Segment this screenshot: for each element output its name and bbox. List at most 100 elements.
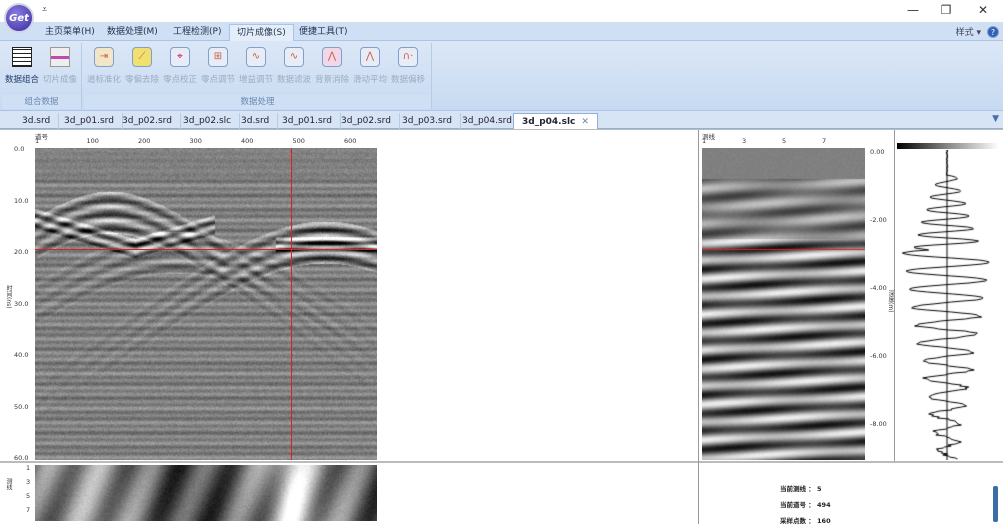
group-label: 数据处理 — [84, 95, 431, 109]
minimize-button[interactable]: — — [903, 3, 923, 19]
doc-tab[interactable]: 3d.srd — [233, 113, 279, 129]
scrollbar[interactable] — [993, 486, 998, 522]
tab-home[interactable]: 主页菜单(H) — [38, 24, 102, 41]
slice-imaging-button[interactable]: 切片成像 — [40, 47, 80, 85]
title-bar: Get ⩡ — ❐ ✕ — [0, 0, 1003, 33]
slice-cube-icon — [50, 47, 70, 67]
trace-normalize-icon: ⇥ — [94, 47, 114, 67]
doc-tab[interactable]: 3d_p04.srd — [454, 113, 521, 129]
section-y-tick-label: 0.00 — [870, 148, 885, 156]
trace-normalize-button[interactable]: ⇥ 道标准化 — [84, 47, 124, 85]
doc-tab[interactable]: 3d_p03.srd — [394, 113, 461, 129]
doc-tab[interactable]: 3d_p01.srd — [56, 113, 123, 129]
tab-label: 3d_p04.slc — [522, 117, 576, 127]
button-label: 数据滤波 — [276, 75, 311, 85]
section-y-tick-label: -4.00 — [870, 284, 887, 292]
slice-imaging-label: 切片成像 — [42, 75, 77, 85]
cursor-horizontal-line[interactable] — [35, 249, 377, 251]
group-label: 组合数据 — [2, 95, 81, 109]
migration-button[interactable]: ∩· 数据偏移 — [388, 47, 428, 85]
info-label: 当前测线 — [780, 485, 806, 493]
doc-tab[interactable]: 3d_p02.srd — [114, 113, 181, 129]
section-x-tick-label: 3 — [742, 137, 747, 145]
info-value: 494 — [817, 501, 831, 509]
splitter-vertical — [698, 130, 699, 524]
splitter-horizontal — [0, 461, 1003, 463]
cursor-vertical-line[interactable] — [290, 148, 292, 460]
grid-icon — [12, 47, 32, 67]
y-tick-label: 20.0 — [14, 248, 29, 256]
zero-offset-button[interactable]: ⟋ 零偏去除 — [122, 47, 162, 85]
button-label: 滑动平均 — [352, 75, 387, 85]
x-tick-label: 300 — [189, 137, 202, 145]
y-tick-label: 10.0 — [14, 196, 29, 205]
gain-button[interactable]: ∿ 增益调节 — [236, 47, 276, 85]
tab-engineering[interactable]: 工程检测(P) — [166, 24, 228, 41]
migration-icon: ∩· — [398, 47, 418, 67]
x-tick-label: 1 — [35, 137, 40, 145]
button-label: 零点校正 — [162, 75, 197, 85]
button-label: 增益调节 — [238, 75, 273, 85]
info-label: 当前道号 — [780, 501, 806, 509]
y-tick-label: 60.0 — [14, 454, 29, 462]
info-value: 5 — [817, 485, 822, 493]
section-image[interactable] — [702, 148, 865, 460]
colorbar — [897, 143, 999, 149]
radargram-main[interactable] — [35, 148, 377, 460]
app-logo[interactable]: Get — [4, 3, 34, 33]
style-dropdown[interactable]: 样式 ▾ — [956, 25, 981, 38]
zero-correct-button[interactable]: ⌖ 零点校正 — [160, 47, 200, 85]
close-tab-icon[interactable]: ✕ — [581, 117, 589, 127]
doc-tab[interactable]: 3d.srd — [14, 113, 60, 129]
slice-tick-label: 5 — [26, 492, 31, 500]
group-data-processing: ⇥ 道标准化 ⟋ 零偏去除 ⌖ 零点校正 ⊞ 零点调节 ∿ 增益调节 ∿ 数据滤波 ⋀ 背景消… — [84, 43, 432, 109]
button-label: 数据偏移 — [390, 75, 425, 85]
doc-tab-active[interactable]: 3d_p04.slc ✕ — [513, 113, 598, 129]
close-button[interactable]: ✕ — [973, 3, 993, 19]
button-label: 道标准化 — [86, 75, 121, 85]
data-combine-label: 数据组合 — [4, 75, 39, 85]
slice-tick-label: 1 — [26, 464, 31, 472]
x-tick-label: 200 — [138, 137, 151, 145]
doc-tab[interactable]: 3d_p02.slc — [175, 113, 241, 129]
slice-y-axis-title: 测线 — [5, 478, 12, 490]
trace-waveform — [897, 150, 997, 460]
button-label: 零偏去除 — [124, 75, 159, 85]
slice-image[interactable] — [35, 465, 377, 521]
moving-average-button[interactable]: ⋀ 滑动平均 — [350, 47, 390, 85]
background-remove-button[interactable]: ⋀ 背景消除 — [312, 47, 352, 85]
x-tick-label: 100 — [86, 137, 99, 145]
ribbon-panel: 数据组合 切片成像 组合数据 ⇥ 道标准化 ⟋ 零偏去除 ⌖ 零点校正 ⊞ 零点调节 ∿… — [0, 41, 1003, 111]
tab-slice-imaging[interactable]: 切片成像(S) — [229, 24, 294, 41]
y-tick-label: 40.0 — [14, 351, 29, 359]
zero-offset-icon: ⟋ — [132, 47, 152, 67]
quick-access-dropdown-icon[interactable]: ⩡ — [42, 5, 47, 15]
info-current-line: 当前测线 ： 5 — [780, 485, 822, 493]
help-icon[interactable]: ? — [987, 26, 999, 38]
x-tick-label: 400 — [241, 137, 254, 145]
slice-tick-label: 7 — [26, 506, 31, 514]
filter-button[interactable]: ∿ 数据滤波 — [274, 47, 314, 85]
tab-tools[interactable]: 便捷工具(T) — [292, 24, 355, 41]
section-y-tick-label: -8.00 — [870, 420, 887, 428]
tab-list-dropdown-icon[interactable]: ▼ — [992, 114, 999, 124]
section-x-tick-label: 5 — [782, 137, 787, 145]
doc-tab[interactable]: 3d_p01.srd — [274, 113, 341, 129]
restore-button[interactable]: ❐ — [936, 3, 956, 19]
filter-icon: ∿ — [284, 47, 304, 67]
doc-tab[interactable]: 3d_p02.srd — [333, 113, 400, 129]
data-combine-button[interactable]: 数据组合 — [2, 47, 42, 85]
slice-tick-label: 3 — [26, 478, 31, 486]
zero-adjust-button[interactable]: ⊞ 零点调节 — [198, 47, 238, 85]
section-y-tick-label: -2.00 — [870, 216, 887, 224]
info-current-trace: 当前道号 ： 494 — [780, 501, 831, 509]
moving-average-icon: ⋀ — [360, 47, 380, 67]
x-tick-label: 500 — [292, 137, 305, 145]
button-label: 背景消除 — [314, 75, 349, 85]
tab-data-processing[interactable]: 数据处理(M) — [100, 24, 165, 41]
section-x-tick-label: 1 — [702, 137, 707, 145]
group-combine-data: 数据组合 切片成像 组合数据 — [2, 43, 82, 109]
ribbon-tabs: 主页菜单(H) 数据处理(M) 工程检测(P) 切片成像(S) 便捷工具(T) … — [0, 22, 1003, 41]
y-axis-title: 时间(ns) — [5, 285, 12, 309]
button-label: 零点调节 — [200, 75, 235, 85]
